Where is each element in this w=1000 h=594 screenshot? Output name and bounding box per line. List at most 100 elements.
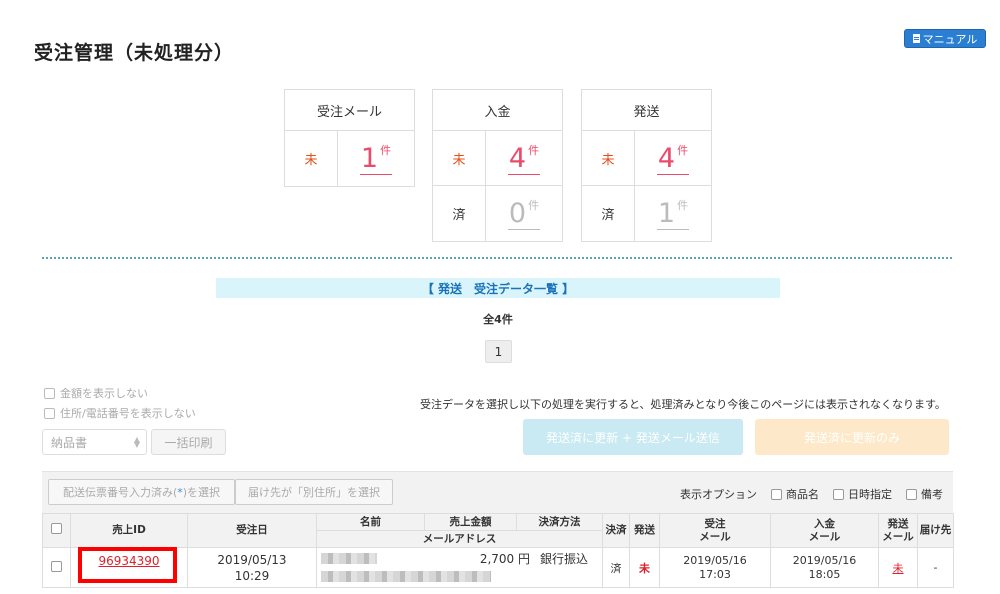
amount-header: 売上金額 <box>424 513 517 531</box>
process-notice: 受注データを選択し以下の処理を実行すると、処理済みとなり今後このページには表示さ… <box>420 398 946 411</box>
order-mail-header-line2: メール <box>699 530 731 543</box>
stat-count: 4 <box>508 142 527 174</box>
update-and-send-mail-button[interactable]: 発送済に更新 + 発送メール送信 <box>523 419 743 455</box>
display-options: 表示オプション 商品名 日時指定 備考 <box>680 486 943 502</box>
remarks-label: 備考 <box>921 488 943 501</box>
select-all-checkbox[interactable] <box>51 523 62 534</box>
stat-value-link[interactable]: 4件 <box>486 131 562 185</box>
stat-header: 発送 <box>582 90 711 131</box>
sale-id-header: 売上ID <box>70 513 188 548</box>
ship-mail-link[interactable]: 未 <box>893 562 904 575</box>
stat-box-shipping: 発送 未 4件 済 1件 <box>581 89 712 242</box>
email-redacted <box>321 571 491 582</box>
stat-unit: 件 <box>380 144 392 157</box>
product-name-checkbox[interactable] <box>771 488 782 500</box>
document-type-select[interactable]: 納品書 ▲ ▼ <box>42 429 147 455</box>
datetime-label: 日時指定 <box>848 488 892 501</box>
order-mail-header: 受注 メール <box>659 513 771 548</box>
orders-table: 売上ID 受注日 名前 売上金額 決済方法 決済 発送 受注 メール 入金 メール … <box>42 513 954 588</box>
payment-mail-header-line1: 入金 <box>814 517 835 530</box>
stat-count: 1 <box>657 198 676 229</box>
stat-count: 1 <box>360 143 379 174</box>
stat-box-payment: 入金 未 4件 済 0件 <box>432 89 563 242</box>
stat-label-done: 済 <box>433 186 486 241</box>
document-icon <box>912 34 920 43</box>
display-options-label: 表示オプション <box>680 488 757 501</box>
destination-value: - <box>917 547 954 588</box>
stat-value-link[interactable]: 0件 <box>486 186 562 241</box>
document-type-value: 納品書 <box>51 435 88 450</box>
ship-mail-header-line2: メール <box>882 530 914 543</box>
stat-value-link[interactable]: 1件 <box>338 131 414 186</box>
update-only-button[interactable]: 発送済に更新のみ <box>755 419 949 455</box>
stat-value-link[interactable]: 4件 <box>635 131 711 185</box>
shipped-header: 発送 <box>629 513 660 548</box>
bulk-print-button[interactable]: 一括印刷 <box>151 429 226 455</box>
ship-mail-header-line1: 発送 <box>887 517 909 530</box>
email-header: メールアドレス <box>316 530 603 548</box>
customer-name-redacted <box>321 553 377 564</box>
order-mail-timestamp: 2019/05/16 17:03 <box>659 547 771 588</box>
payment-mail-timestamp: 2019/05/16 18:05 <box>770 547 879 588</box>
hide-address-checkbox[interactable] <box>44 407 55 419</box>
product-name-label: 商品名 <box>786 488 819 501</box>
select-tracking-label-pre: 配送伝票番号入力済み( <box>62 486 178 499</box>
remarks-checkbox[interactable] <box>906 488 917 500</box>
table-toolbar: 配送伝票番号入力済み(*)を選択 届け先が「別住所」を選択 表示オプション 商品… <box>42 471 953 513</box>
total-count: 全4件 <box>483 313 513 326</box>
hide-amount-checkbox[interactable] <box>44 387 55 399</box>
select-arrows-icon: ▲ ▼ <box>133 435 140 449</box>
order-date: 2019/05/13 <box>217 552 287 567</box>
select-all-header[interactable] <box>42 513 71 548</box>
ship-mail-header: 発送 メール <box>878 513 918 548</box>
hide-amount-label: 金額を表示しない <box>60 387 148 400</box>
shipped-status: 未 <box>639 561 650 575</box>
stat-header: 入金 <box>433 90 562 131</box>
section-divider <box>42 257 952 259</box>
hide-address-option[interactable]: 住所/電話番号を表示しない <box>44 405 196 421</box>
select-tracking-label-post: )を選択 <box>182 486 221 499</box>
payment-mail-header-line2: メール <box>808 530 841 543</box>
manual-button[interactable]: マニュアル <box>904 29 986 48</box>
payment-mail-time: 18:05 <box>808 567 841 581</box>
payment-method-header: 決済方法 <box>516 513 603 531</box>
name-header: 名前 <box>316 513 425 531</box>
settled-value: 済 <box>602 547 630 588</box>
stat-count: 0 <box>508 198 527 229</box>
table-row[interactable]: 96934390 2019/05/13 10:29 2,700 円 銀行振込 済 … <box>42 547 954 588</box>
destination-header: 届け先 <box>917 513 954 548</box>
stat-unit: 件 <box>528 199 540 212</box>
payment-method-value: 銀行振込 <box>539 552 588 566</box>
order-date-header: 受注日 <box>187 513 317 548</box>
stat-unit: 件 <box>677 143 689 157</box>
payment-mail-date: 2019/05/16 <box>792 553 857 567</box>
stat-box-order-mail: 受注メール 未 1件 <box>284 89 415 187</box>
settled-header: 決済 <box>602 513 630 548</box>
select-other-address-button[interactable]: 届け先が「別住所」を選択 <box>235 479 393 505</box>
hide-address-label: 住所/電話番号を表示しない <box>60 407 196 420</box>
payment-mail-header: 入金 メール <box>770 513 879 548</box>
page-button-1[interactable]: 1 <box>485 340 512 363</box>
datetime-checkbox[interactable] <box>833 488 844 500</box>
list-heading: 【 発送 受注データ一覧 】 <box>216 278 780 298</box>
stat-value-link[interactable]: 1件 <box>635 186 711 241</box>
highlight-box <box>78 547 177 583</box>
stat-label-pending: 未 <box>582 131 635 185</box>
page-title: 受注管理（未処理分） <box>34 42 235 64</box>
select-tracking-entered-button[interactable]: 配送伝票番号入力済み(*)を選択 <box>48 479 235 505</box>
order-mail-time: 17:03 <box>699 567 731 581</box>
stat-label-done: 済 <box>582 186 635 241</box>
stat-unit: 件 <box>677 199 689 212</box>
manual-button-label: マニュアル <box>922 32 978 46</box>
amount-value: 2,700 円 <box>479 552 530 566</box>
order-time: 10:29 <box>234 568 270 583</box>
stat-unit: 件 <box>528 143 540 157</box>
stat-header: 受注メール <box>285 90 414 131</box>
order-mail-date: 2019/05/16 <box>683 553 747 567</box>
hide-amount-option[interactable]: 金額を表示しない <box>44 385 148 401</box>
stat-label-pending: 未 <box>433 131 486 185</box>
stat-count: 4 <box>657 142 676 174</box>
order-mail-header-line1: 受注 <box>704 517 726 530</box>
row-checkbox[interactable] <box>51 560 62 572</box>
stat-label-pending: 未 <box>285 131 338 186</box>
